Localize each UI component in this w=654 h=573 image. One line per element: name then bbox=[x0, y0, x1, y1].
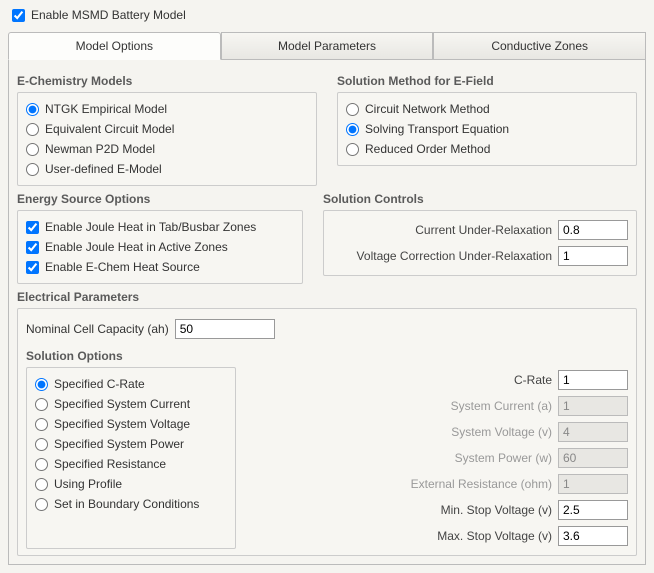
solopt-crate-label: Specified C-Rate bbox=[54, 377, 145, 391]
solmethod-circuit-radio[interactable] bbox=[346, 103, 359, 116]
elec-group: Nominal Cell Capacity (ah) Solution Opti… bbox=[17, 308, 637, 556]
echem-ntgk-radio[interactable] bbox=[26, 103, 39, 116]
tab-model-parameters[interactable]: Model Parameters bbox=[221, 32, 434, 59]
solmethod-group: Circuit Network Method Solving Transport… bbox=[337, 92, 637, 166]
echem-ecm-radio[interactable] bbox=[26, 123, 39, 136]
solctl-group: Current Under-Relaxation Voltage Correct… bbox=[323, 210, 637, 276]
solopt-bc-label: Set in Boundary Conditions bbox=[54, 497, 199, 511]
echem-group: NTGK Empirical Model Equivalent Circuit … bbox=[17, 92, 317, 186]
solopt-profile-radio[interactable] bbox=[35, 478, 48, 491]
maxstop-input[interactable] bbox=[558, 526, 628, 546]
extres-input bbox=[558, 474, 628, 494]
syspow-input bbox=[558, 448, 628, 468]
solopt-sysvolt-label: Specified System Voltage bbox=[54, 417, 190, 431]
echem-user-label: User-defined E-Model bbox=[45, 162, 162, 176]
solopt-sysvolt-radio[interactable] bbox=[35, 418, 48, 431]
nominal-input[interactable] bbox=[175, 319, 275, 339]
solopt-res-radio[interactable] bbox=[35, 458, 48, 471]
maxstop-label: Max. Stop Voltage (v) bbox=[402, 529, 552, 543]
syscur-label: System Current (a) bbox=[402, 399, 552, 413]
energy-active-check[interactable] bbox=[26, 241, 39, 254]
enable-msmd-checkbox[interactable] bbox=[12, 9, 25, 22]
voltage-ur-input[interactable] bbox=[558, 246, 628, 266]
tabs: Model Options Model Parameters Conductiv… bbox=[8, 32, 646, 60]
solopts-title: Solution Options bbox=[26, 349, 628, 363]
voltage-ur-label: Voltage Correction Under-Relaxation bbox=[332, 249, 552, 263]
solmethod-transport-label: Solving Transport Equation bbox=[365, 122, 509, 136]
minstop-label: Min. Stop Voltage (v) bbox=[402, 503, 552, 517]
current-ur-label: Current Under-Relaxation bbox=[332, 223, 552, 237]
syscur-input bbox=[558, 396, 628, 416]
echem-p2d-label: Newman P2D Model bbox=[45, 142, 155, 156]
echem-title: E-Chemistry Models bbox=[17, 74, 317, 88]
tab-conductive-zones[interactable]: Conductive Zones bbox=[433, 32, 646, 59]
solopt-syscur-label: Specified System Current bbox=[54, 397, 190, 411]
minstop-input[interactable] bbox=[558, 500, 628, 520]
enable-msmd-label: Enable MSMD Battery Model bbox=[31, 8, 186, 22]
energy-tab-busbar-label: Enable Joule Heat in Tab/Busbar Zones bbox=[45, 220, 256, 234]
solopt-syscur-radio[interactable] bbox=[35, 398, 48, 411]
sysvolt-input bbox=[558, 422, 628, 442]
syspow-label: System Power (w) bbox=[402, 451, 552, 465]
sysvolt-label: System Voltage (v) bbox=[402, 425, 552, 439]
solopt-res-label: Specified Resistance bbox=[54, 457, 166, 471]
crate-input[interactable] bbox=[558, 370, 628, 390]
tab-model-options[interactable]: Model Options bbox=[8, 32, 221, 60]
current-ur-input[interactable] bbox=[558, 220, 628, 240]
solmethod-title: Solution Method for E-Field bbox=[337, 74, 637, 88]
solopt-syspow-label: Specified System Power bbox=[54, 437, 184, 451]
solopt-crate-radio[interactable] bbox=[35, 378, 48, 391]
echem-user-radio[interactable] bbox=[26, 163, 39, 176]
echem-ecm-label: Equivalent Circuit Model bbox=[45, 122, 174, 136]
nominal-label: Nominal Cell Capacity (ah) bbox=[26, 322, 169, 336]
crate-label: C-Rate bbox=[402, 373, 552, 387]
energy-echemheat-check[interactable] bbox=[26, 261, 39, 274]
solopt-bc-radio[interactable] bbox=[35, 498, 48, 511]
elec-title: Electrical Parameters bbox=[17, 290, 637, 304]
energy-group: Enable Joule Heat in Tab/Busbar Zones En… bbox=[17, 210, 303, 284]
energy-tab-busbar-check[interactable] bbox=[26, 221, 39, 234]
solopt-syspow-radio[interactable] bbox=[35, 438, 48, 451]
solmethod-reduced-label: Reduced Order Method bbox=[365, 142, 490, 156]
extres-label: External Resistance (ohm) bbox=[402, 477, 552, 491]
echem-p2d-radio[interactable] bbox=[26, 143, 39, 156]
solmethod-circuit-label: Circuit Network Method bbox=[365, 102, 490, 116]
energy-active-label: Enable Joule Heat in Active Zones bbox=[45, 240, 228, 254]
echem-ntgk-label: NTGK Empirical Model bbox=[45, 102, 167, 116]
elec-fields: C-Rate System Current (a) System Voltage… bbox=[256, 367, 628, 549]
solopts-group: Specified C-Rate Specified System Curren… bbox=[26, 367, 236, 549]
solmethod-reduced-radio[interactable] bbox=[346, 143, 359, 156]
energy-title: Energy Source Options bbox=[17, 192, 303, 206]
energy-echemheat-label: Enable E-Chem Heat Source bbox=[45, 260, 200, 274]
solctl-title: Solution Controls bbox=[323, 192, 637, 206]
model-options-panel: E-Chemistry Models NTGK Empirical Model … bbox=[8, 60, 646, 565]
solopt-profile-label: Using Profile bbox=[54, 477, 122, 491]
solmethod-transport-radio[interactable] bbox=[346, 123, 359, 136]
